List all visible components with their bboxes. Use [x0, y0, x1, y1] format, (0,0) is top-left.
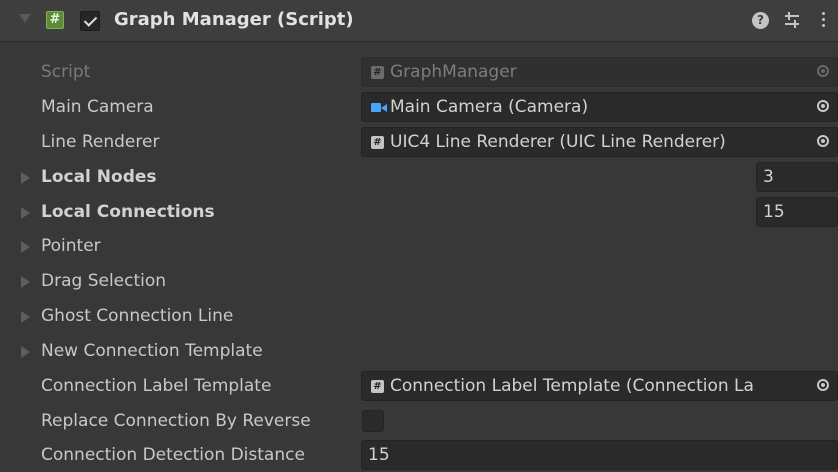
local-connections-size-field[interactable]: 15: [756, 197, 838, 227]
collapse-arrow-icon[interactable]: [19, 14, 31, 23]
preset-icon[interactable]: [783, 11, 801, 30]
row-replace-connection-by-reverse: Replace Connection By Reverse: [0, 404, 838, 439]
field-label[interactable]: Pointer: [41, 236, 101, 256]
field-label[interactable]: Ghost Connection Line: [41, 306, 233, 326]
local-nodes-size-field[interactable]: 3: [756, 162, 838, 192]
component-title: Graph Manager (Script): [114, 9, 354, 30]
component-header[interactable]: # Graph Manager (Script) ?: [0, 0, 838, 42]
main-camera-object-field[interactable]: Main Camera (Camera): [361, 92, 838, 122]
row-drag-selection[interactable]: Drag Selection: [0, 264, 838, 299]
field-label[interactable]: New Connection Template: [41, 341, 263, 361]
inspector-panel: # Graph Manager (Script) ? Script # Grap…: [0, 0, 838, 472]
size-value: 3: [763, 167, 774, 187]
field-label: Connection Detection Distance: [41, 445, 305, 465]
script-icon: #: [371, 380, 384, 393]
size-value: 15: [763, 202, 785, 222]
script-icon: #: [371, 136, 384, 149]
foldout-arrow-icon[interactable]: [21, 311, 30, 323]
row-line-renderer: Line Renderer # UIC4 Line Renderer (UIC …: [0, 125, 838, 160]
help-icon[interactable]: ?: [752, 12, 769, 29]
connection-label-template-object-field[interactable]: # Connection Label Template (Connection …: [361, 371, 838, 401]
row-pointer[interactable]: Pointer: [0, 229, 838, 264]
float-value: 15: [368, 445, 390, 465]
field-label[interactable]: Drag Selection: [41, 271, 166, 291]
object-field-value: GraphManager: [390, 62, 517, 82]
line-renderer-object-field[interactable]: # UIC4 Line Renderer (UIC Line Renderer): [361, 127, 838, 157]
object-picker-icon[interactable]: [817, 100, 829, 112]
field-label: Script: [41, 62, 91, 82]
script-icon: #: [46, 11, 64, 29]
foldout-arrow-icon[interactable]: [21, 172, 30, 184]
foldout-arrow-icon[interactable]: [21, 241, 30, 253]
field-label: Connection Label Template: [41, 376, 272, 396]
field-label[interactable]: Local Nodes: [41, 167, 157, 187]
foldout-arrow-icon[interactable]: [21, 276, 30, 288]
object-picker-icon[interactable]: [817, 379, 829, 391]
script-icon: #: [371, 66, 384, 79]
row-local-connections[interactable]: Local Connections 15: [0, 195, 838, 230]
script-object-field: # GraphManager: [361, 57, 838, 87]
camera-icon: [371, 101, 387, 114]
object-field-value: Connection Label Template (Connection La: [390, 376, 754, 396]
connection-detection-distance-field[interactable]: 15: [361, 440, 838, 470]
row-new-connection-template[interactable]: New Connection Template: [0, 334, 838, 369]
object-picker-icon[interactable]: [817, 135, 829, 147]
object-picker-icon: [817, 65, 829, 77]
replace-connection-by-reverse-checkbox[interactable]: [362, 410, 384, 432]
row-connection-detection-distance: Connection Detection Distance 15: [0, 438, 838, 472]
kebab-menu-icon[interactable]: [820, 10, 826, 32]
row-script: Script # GraphManager: [0, 55, 838, 90]
row-main-camera: Main Camera Main Camera (Camera): [0, 90, 838, 125]
object-field-value: Main Camera (Camera): [390, 97, 589, 117]
field-label: Line Renderer: [41, 132, 160, 152]
field-label: Main Camera: [41, 97, 154, 117]
row-connection-label-template: Connection Label Template # Connection L…: [0, 369, 838, 404]
foldout-arrow-icon[interactable]: [21, 346, 30, 358]
row-ghost-connection-line[interactable]: Ghost Connection Line: [0, 299, 838, 334]
foldout-arrow-icon[interactable]: [21, 207, 30, 219]
component-enabled-checkbox[interactable]: [80, 11, 100, 31]
object-field-value: UIC4 Line Renderer (UIC Line Renderer): [390, 132, 726, 152]
field-label: Replace Connection By Reverse: [41, 411, 311, 431]
field-label[interactable]: Local Connections: [41, 202, 215, 222]
row-local-nodes[interactable]: Local Nodes 3: [0, 160, 838, 195]
